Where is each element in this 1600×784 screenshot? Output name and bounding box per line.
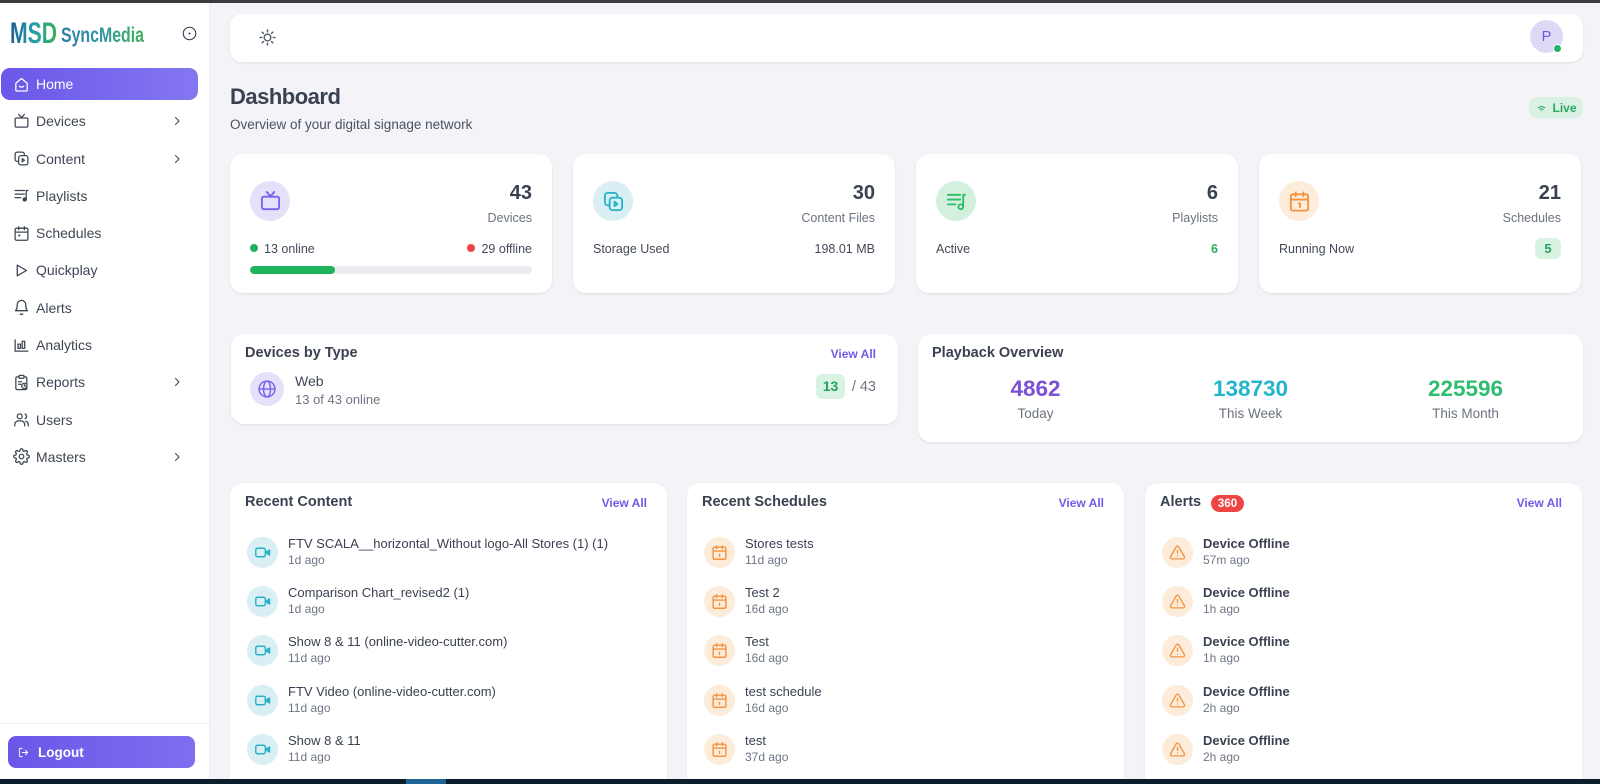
svg-text:MSD: MSD [10,20,57,46]
svg-text:SyncMedia: SyncMedia [61,24,144,47]
